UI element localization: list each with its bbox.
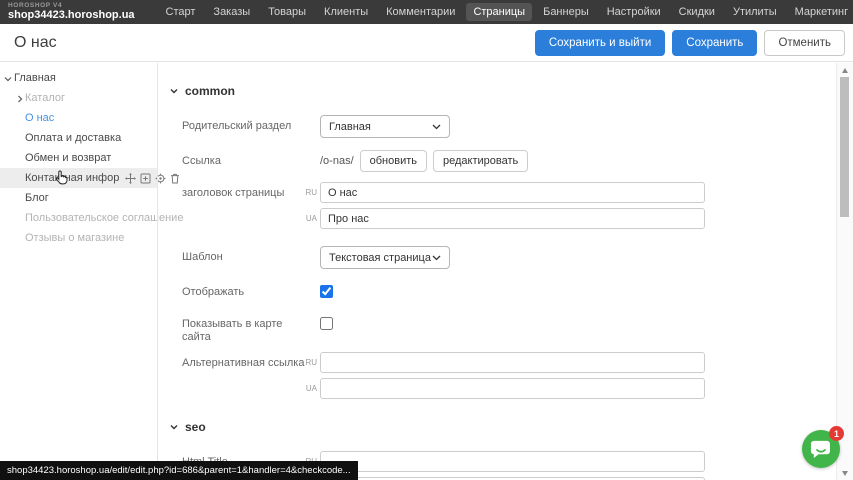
- page-body: Главная Каталог О нас Оплата и доставка …: [0, 63, 836, 480]
- scrollbar-down-icon[interactable]: [837, 466, 853, 480]
- tree-item-obmen-i-vozvrat[interactable]: Обмен и возврат: [0, 148, 157, 168]
- move-icon[interactable]: [125, 173, 136, 184]
- menu-item-marketing[interactable]: Маркетинг: [788, 3, 853, 21]
- link-path-value: /o-nas/: [320, 155, 354, 167]
- tree-item-o-nas[interactable]: О нас: [0, 108, 157, 128]
- display-checkbox[interactable]: [320, 285, 333, 298]
- shop-domain-label: shop34423.horoshop.ua: [8, 10, 135, 21]
- tree-item-otzyvy-o-magazine[interactable]: Отзывы о магазине: [0, 228, 157, 248]
- chevron-down-icon: [432, 255, 441, 261]
- select-value: Главная: [329, 121, 371, 133]
- tree-item-label: Контактная инфор: [25, 172, 119, 184]
- save-and-exit-button[interactable]: Сохранить и выйти: [535, 30, 665, 56]
- menu-item-settings[interactable]: Настройки: [600, 3, 668, 21]
- scrollbar-thumb[interactable]: [840, 77, 849, 217]
- top-navigation-bar: HOROSHOP V4 shop34423.horoshop.ua Старт …: [0, 0, 853, 24]
- field-label: заголовок страницы: [182, 182, 305, 200]
- menu-item-pages[interactable]: Страницы: [466, 3, 532, 21]
- tree-item-glavnaya[interactable]: Главная: [0, 68, 157, 88]
- menu-item-clients[interactable]: Клиенты: [317, 3, 375, 21]
- field-label: Родительский раздел: [182, 115, 305, 133]
- field-template: Шаблон Текстовая страница: [182, 246, 836, 269]
- menu-item-products[interactable]: Товары: [261, 3, 313, 21]
- lang-tag-ua: UA: [305, 214, 317, 223]
- tree-item-label: Каталог: [25, 92, 65, 104]
- menu-item-utilities[interactable]: Утилиты: [726, 3, 784, 21]
- chat-badge: 1: [829, 426, 844, 441]
- save-button[interactable]: Сохранить: [672, 30, 757, 56]
- vertical-scrollbar[interactable]: [836, 63, 853, 480]
- html-title-ua-input[interactable]: [320, 477, 705, 480]
- lang-tag-ua: UA: [305, 384, 317, 393]
- page-header: О нас Сохранить и выйти Сохранить Отмени…: [0, 24, 853, 62]
- field-label: Шаблон: [182, 246, 305, 264]
- status-url: shop34423.horoshop.ua/edit/edit.php?id=6…: [0, 461, 358, 480]
- app-window: HOROSHOP V4 shop34423.horoshop.ua Старт …: [0, 0, 853, 480]
- menu-item-orders[interactable]: Заказы: [206, 3, 257, 21]
- tree-item-polzovatelskoe-soglashenie[interactable]: Пользовательское соглашение: [0, 208, 157, 228]
- add-icon[interactable]: [140, 173, 151, 184]
- chat-widget-button[interactable]: 1: [802, 430, 840, 468]
- field-label: Показывать в карте сайта: [182, 313, 305, 344]
- page-title: О нас: [14, 34, 57, 52]
- collapse-icon[interactable]: [170, 420, 178, 434]
- menu-item-discounts[interactable]: Скидки: [672, 3, 722, 21]
- alt-link-ua-input[interactable]: [320, 378, 705, 399]
- menu-item-start[interactable]: Старт: [159, 3, 203, 21]
- cancel-button[interactable]: Отменить: [764, 30, 845, 56]
- tree-item-katalog[interactable]: Каталог: [0, 88, 157, 108]
- tree-item-oplata-i-dostavka[interactable]: Оплата и доставка: [0, 128, 157, 148]
- chat-icon: [810, 439, 832, 460]
- field-display: Отображать: [182, 281, 836, 299]
- template-select[interactable]: Текстовая страница: [320, 246, 450, 269]
- menu-item-banners[interactable]: Баннеры: [536, 3, 596, 21]
- shop-logo[interactable]: HOROSHOP V4 shop34423.horoshop.ua: [8, 3, 135, 22]
- field-alt-link: Альтернативная ссылка RU UA: [182, 352, 836, 399]
- menu-item-comments[interactable]: Комментарии: [379, 3, 462, 21]
- caret-right-icon[interactable]: [16, 94, 24, 106]
- pages-tree-sidebar: Главная Каталог О нас Оплата и доставка …: [0, 63, 157, 480]
- tree-item-label: Отзывы о магазине: [25, 232, 124, 244]
- field-label: Отображать: [182, 281, 305, 299]
- scrollbar-up-icon[interactable]: [837, 63, 853, 77]
- tree-item-label: Блог: [25, 192, 49, 204]
- tree-item-kontaktnaya-infor[interactable]: Контактная инфор: [0, 168, 157, 188]
- sitemap-checkbox[interactable]: [320, 317, 333, 330]
- lang-tag-ru: RU: [305, 358, 317, 367]
- parent-section-select[interactable]: Главная: [320, 115, 450, 138]
- select-value: Текстовая страница: [329, 252, 431, 264]
- section-title: seo: [185, 420, 206, 434]
- tree-item-label: О нас: [25, 112, 54, 124]
- page-title-ua-input[interactable]: [320, 208, 705, 229]
- tree-item-label: Обмен и возврат: [25, 152, 111, 164]
- collapse-icon[interactable]: [170, 84, 178, 98]
- refresh-link-button[interactable]: обновить: [360, 150, 427, 172]
- field-parent-section: Родительский раздел Главная: [182, 115, 836, 138]
- tree-item-blog[interactable]: Блог: [0, 188, 157, 208]
- field-page-title: заголовок страницы RU UA: [182, 182, 836, 229]
- page-title-ru-input[interactable]: [320, 182, 705, 203]
- field-sitemap: Показывать в карте сайта: [182, 313, 836, 344]
- main-menu: Старт Заказы Товары Клиенты Комментарии …: [159, 3, 853, 21]
- field-link: Ссылка /o-nas/ обновить редактировать: [182, 150, 836, 172]
- html-title-ru-input[interactable]: [320, 451, 705, 472]
- field-label: Ссылка: [182, 150, 305, 168]
- field-label: Альтернативная ссылка: [182, 352, 305, 370]
- tree-item-label: Главная: [14, 72, 56, 84]
- section-common-header[interactable]: common: [170, 83, 836, 99]
- caret-down-icon[interactable]: [4, 74, 12, 86]
- edit-link-button[interactable]: редактировать: [433, 150, 528, 172]
- chevron-down-icon: [432, 124, 441, 130]
- header-actions: Сохранить и выйти Сохранить Отменить: [535, 30, 845, 56]
- tree-item-label: Оплата и доставка: [25, 132, 121, 144]
- page-edit-form: common Родительский раздел Главная Ссылк…: [157, 63, 836, 480]
- section-seo-header[interactable]: seo: [170, 419, 836, 435]
- section-title: common: [185, 84, 235, 98]
- lang-tag-ru: RU: [305, 188, 317, 197]
- alt-link-ru-input[interactable]: [320, 352, 705, 373]
